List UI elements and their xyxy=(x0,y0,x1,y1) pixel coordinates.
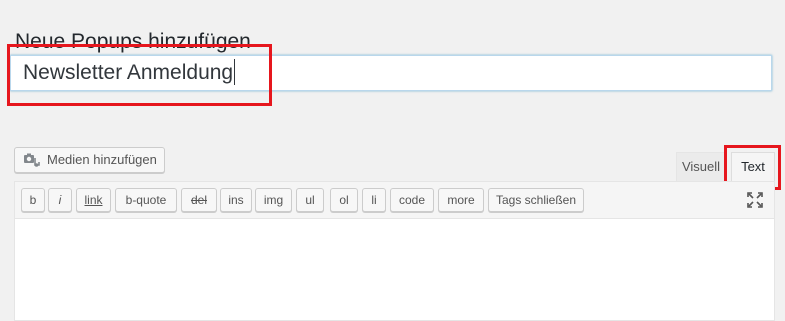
qt-link-button[interactable]: link xyxy=(76,188,111,212)
tab-visual[interactable]: Visuell xyxy=(676,152,726,182)
quicktags-toolbar: b i link b-quote del ins img ul ol li co… xyxy=(15,182,774,219)
page-title: Neue Popups hinzufügen xyxy=(15,30,251,54)
post-title-value: Newsletter Anmeldung xyxy=(23,61,234,84)
qt-italic-button[interactable]: i xyxy=(48,188,72,212)
qt-ins-button[interactable]: ins xyxy=(220,188,252,212)
qt-close-tags-button[interactable]: Tags schließen xyxy=(488,188,584,212)
qt-blockquote-button[interactable]: b-quote xyxy=(115,188,177,212)
qt-del-button[interactable]: del xyxy=(181,188,217,212)
post-title-input[interactable]: Newsletter Anmeldung xyxy=(10,55,772,91)
media-camera-icon xyxy=(23,152,41,168)
qt-li-button[interactable]: li xyxy=(362,188,386,212)
qt-ol-button[interactable]: ol xyxy=(330,188,358,212)
qt-more-button[interactable]: more xyxy=(438,188,484,212)
text-caret xyxy=(234,58,236,85)
fullscreen-icon[interactable] xyxy=(747,192,763,208)
qt-ul-button[interactable]: ul xyxy=(296,188,324,212)
add-media-button[interactable]: Medien hinzufügen xyxy=(14,147,165,173)
editor-container: b i link b-quote del ins img ul ol li co… xyxy=(14,181,775,321)
content-textarea[interactable] xyxy=(15,219,774,320)
qt-img-button[interactable]: img xyxy=(255,188,292,212)
qt-code-button[interactable]: code xyxy=(390,188,434,212)
tab-text[interactable]: Text xyxy=(731,152,775,182)
qt-bold-button[interactable]: b xyxy=(21,188,45,212)
add-media-label: Medien hinzufügen xyxy=(47,152,157,167)
